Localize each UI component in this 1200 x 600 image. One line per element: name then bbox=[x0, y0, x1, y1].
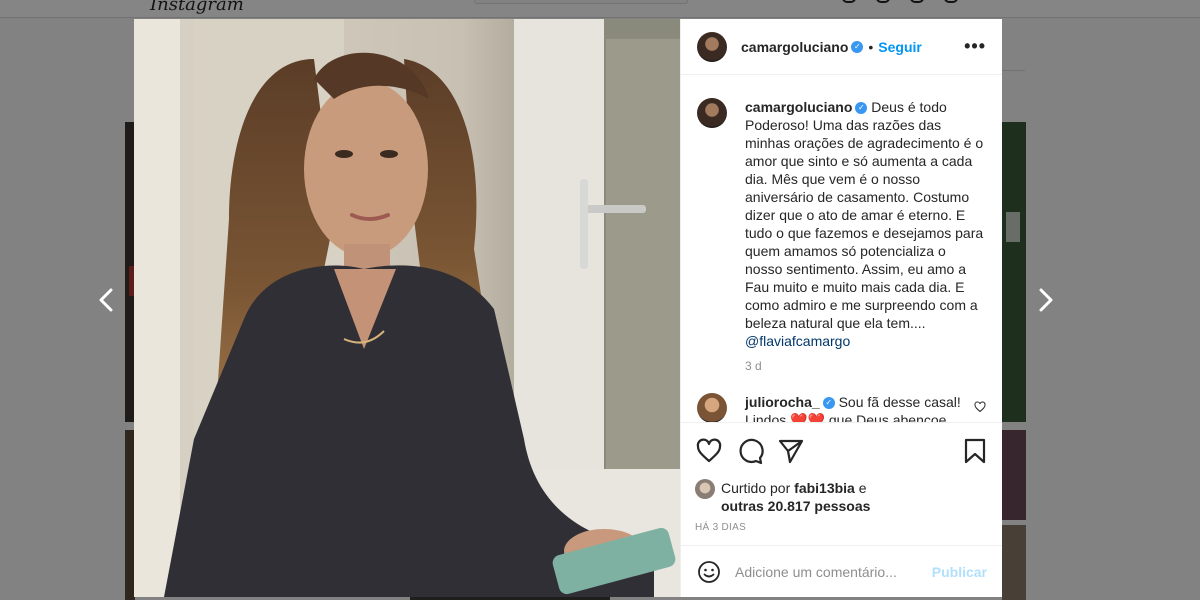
post-date[interactable]: HÁ 3 DIAS bbox=[695, 522, 989, 533]
post-photo-illustration bbox=[134, 19, 680, 597]
comment-like-heart-icon[interactable] bbox=[974, 401, 986, 413]
likes-count-link[interactable]: outras 20.817 pessoas bbox=[721, 498, 870, 514]
post-photo[interactable] bbox=[134, 19, 680, 597]
separator-dot: • bbox=[868, 38, 874, 55]
caption-text: camargoluciano ✓ Deus é todo Poderoso! Um… bbox=[745, 98, 986, 350]
likes-summary: Curtido por fabi13bia e outras 20.817 pe… bbox=[695, 479, 989, 515]
chevron-left-icon[interactable] bbox=[94, 287, 120, 313]
verified-badge-icon: ✓ bbox=[855, 102, 868, 115]
follow-button[interactable]: Seguir bbox=[878, 39, 922, 55]
likes-prefix: Curtido por bbox=[721, 480, 791, 496]
post-modal: camargoluciano ✓ • Seguir ••• camargoluc… bbox=[134, 19, 1002, 597]
publish-button[interactable]: Publicar bbox=[932, 564, 987, 580]
comment-row: juliorocha_ ✓ Sou fã desse casal! Lindos … bbox=[697, 393, 986, 422]
caption-body: Deus é todo Poderoso! Uma das razões das… bbox=[745, 99, 984, 331]
caption-timestamp[interactable]: 3 d bbox=[745, 359, 986, 373]
comment-text: juliorocha_ ✓ Sou fã desse casal! Lindos … bbox=[745, 393, 965, 422]
post-actions: Curtido por fabi13bia e outras 20.817 pe… bbox=[681, 422, 1002, 533]
smiley-icon[interactable] bbox=[697, 560, 721, 584]
caption-row: camargoluciano ✓ Deus é todo Poderoso! Um… bbox=[697, 98, 986, 350]
heart-icon[interactable] bbox=[695, 437, 723, 465]
likes-text: Curtido por fabi13bia e outras 20.817 pe… bbox=[721, 479, 870, 515]
likes-conjunction: e bbox=[858, 480, 867, 496]
post-sidebar: camargoluciano ✓ • Seguir ••• camargoluc… bbox=[680, 19, 1002, 597]
commenter-username[interactable]: juliorocha_ bbox=[745, 394, 820, 410]
commenter-avatar[interactable] bbox=[697, 393, 727, 422]
liker-username[interactable]: fabi13bia bbox=[794, 480, 855, 496]
action-icons-row bbox=[695, 433, 989, 469]
comments-section[interactable]: camargoluciano ✓ Deus é todo Poderoso! Um… bbox=[681, 75, 1002, 422]
verified-badge-icon: ✓ bbox=[851, 40, 864, 53]
author-username[interactable]: camargoluciano bbox=[741, 39, 848, 55]
caption-avatar[interactable] bbox=[697, 98, 727, 128]
verified-badge-icon: ✓ bbox=[822, 397, 835, 410]
comment-input[interactable] bbox=[735, 563, 925, 580]
paper-plane-icon[interactable] bbox=[777, 437, 805, 465]
bookmark-icon[interactable] bbox=[961, 437, 989, 465]
caption-mention-link[interactable]: @flaviafcamargo bbox=[745, 333, 850, 349]
post-header: camargoluciano ✓ • Seguir ••• bbox=[681, 19, 1002, 75]
more-options-icon[interactable]: ••• bbox=[964, 36, 986, 57]
caption-username[interactable]: camargoluciano bbox=[745, 99, 852, 115]
chevron-right-icon[interactable] bbox=[1032, 287, 1058, 313]
comment-icon[interactable] bbox=[736, 437, 764, 465]
author-avatar[interactable] bbox=[697, 31, 727, 62]
liker-avatar[interactable] bbox=[695, 479, 715, 499]
add-comment-bar: Publicar bbox=[681, 545, 1002, 597]
